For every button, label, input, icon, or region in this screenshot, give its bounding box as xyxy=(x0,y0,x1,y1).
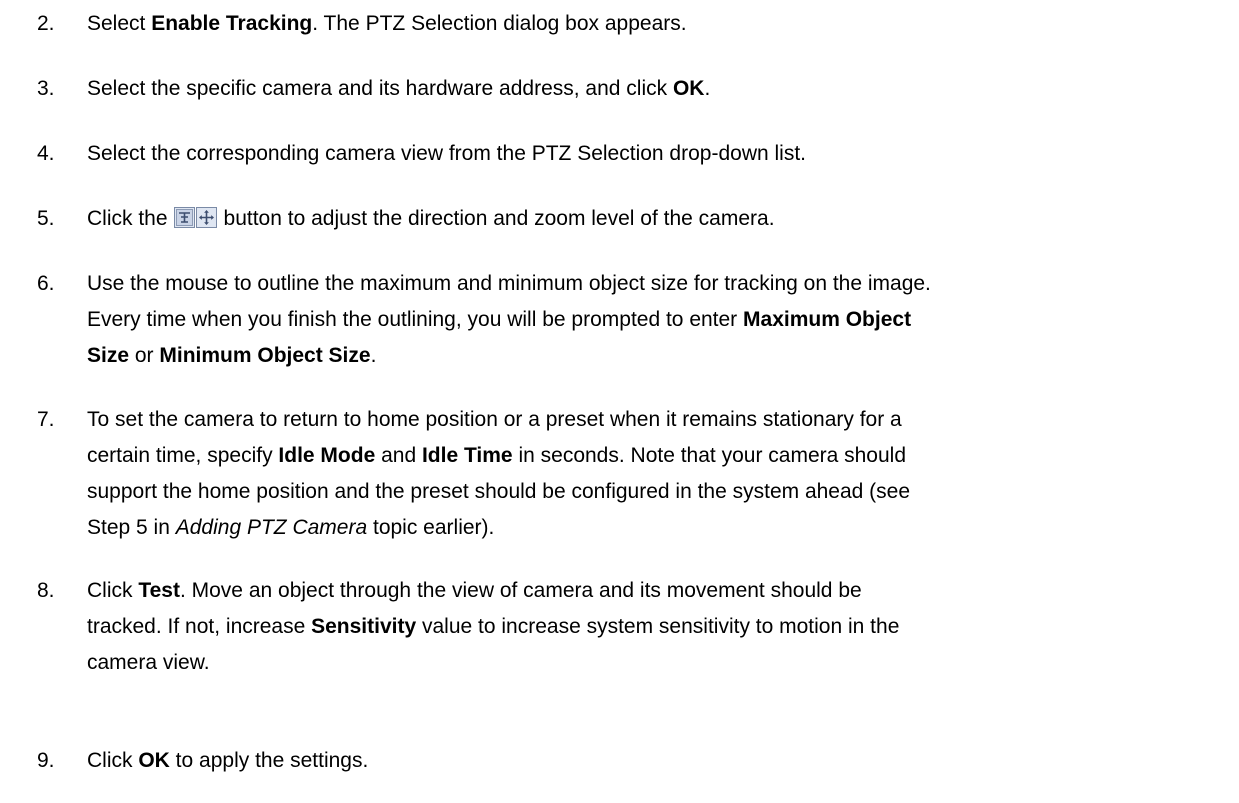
topic-reference: Adding PTZ Camera xyxy=(175,516,368,539)
ptz-control-icon[interactable] xyxy=(173,207,218,228)
step-number: 5. xyxy=(37,207,55,230)
step-number: 7. xyxy=(37,408,55,431)
ui-term-maximum-object-size: Maximum Object xyxy=(743,308,912,331)
step-line: To set the camera to return to home posi… xyxy=(87,408,902,431)
step-text: Click Test. Move an object through the v… xyxy=(87,573,1207,681)
step-line: Use the mouse to outline the maximum and… xyxy=(87,272,931,295)
step-text: Select the corresponding camera view fro… xyxy=(87,142,806,165)
step-number: 9. xyxy=(37,749,55,772)
step-number: 4. xyxy=(37,142,55,165)
ui-term-idle-time: Idle Time xyxy=(421,444,513,467)
ui-term-sensitivity: Sensitivity xyxy=(311,615,417,638)
step-number: 6. xyxy=(37,272,55,295)
step-line: tracked. If not, increase Sensitivity va… xyxy=(87,615,900,638)
ui-term-ok: OK xyxy=(672,77,705,100)
ui-term-idle-mode: Idle Mode xyxy=(278,444,376,467)
step-line: certain time, specify Idle Mode and Idle… xyxy=(87,444,907,467)
step-number: 8. xyxy=(37,579,55,602)
step-line: Every time when you finish the outlining… xyxy=(87,308,912,331)
step-number: 3. xyxy=(37,77,55,100)
step-line: camera view. xyxy=(87,651,210,674)
step-line: Step 5 in Adding PTZ Camera topic earlie… xyxy=(87,516,495,539)
ui-term-ok: OK xyxy=(138,749,170,772)
ui-term-minimum-object-size: Minimum Object Size xyxy=(159,344,371,367)
ui-term-enable-tracking: Enable Tracking xyxy=(151,12,313,35)
step-line: support the home position and the preset… xyxy=(87,480,911,503)
step-text: Select Enable Tracking. The PTZ Selectio… xyxy=(87,12,687,35)
step-line: Click Test. Move an object through the v… xyxy=(87,579,862,602)
step-number: 2. xyxy=(37,12,55,35)
step-text: To set the camera to return to home posi… xyxy=(87,402,1207,546)
step-text: Click the button to adjust the direction… xyxy=(87,207,775,230)
step-text: Click OK to apply the settings. xyxy=(87,749,369,772)
step-line: Size or Minimum Object Size. xyxy=(87,344,377,367)
step-text: Select the specific camera and its hardw… xyxy=(87,77,711,100)
step-text: Use the mouse to outline the maximum and… xyxy=(87,266,1207,374)
ui-term-test: Test xyxy=(138,579,180,602)
